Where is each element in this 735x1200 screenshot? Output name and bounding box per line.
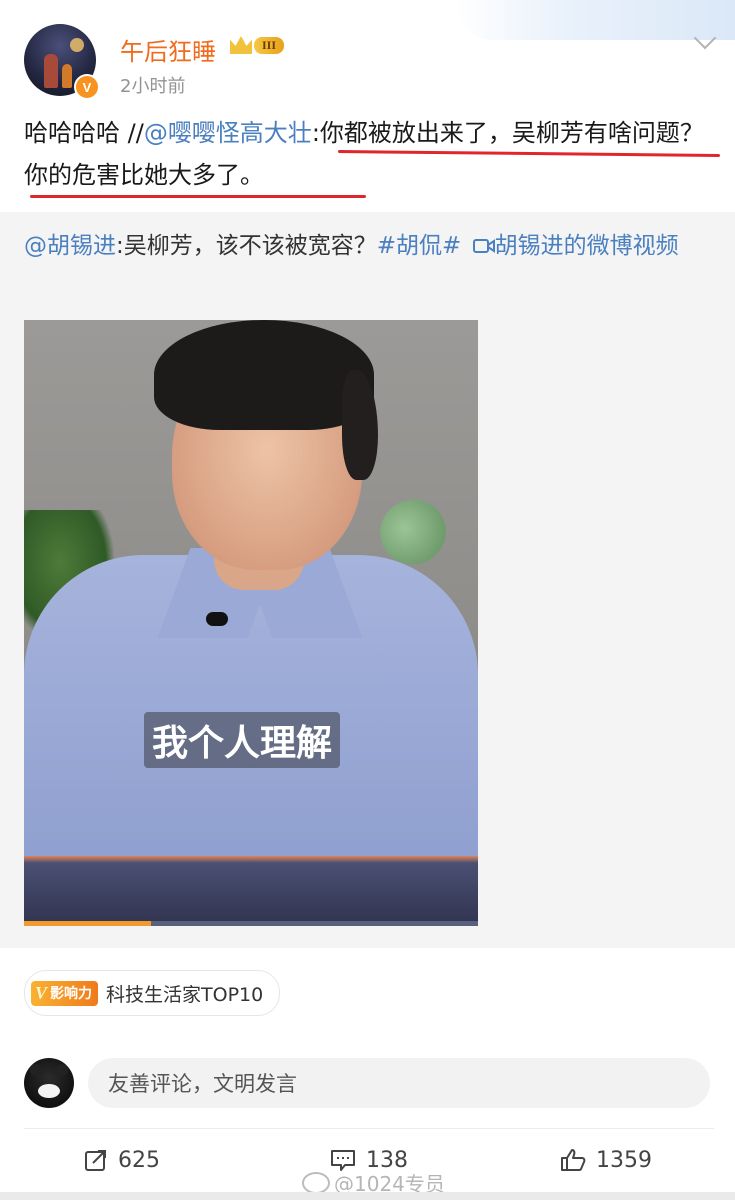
video-person-hair <box>154 320 374 430</box>
divider <box>24 1128 714 1129</box>
lapel-mic <box>206 612 228 626</box>
avatar-figure <box>44 54 58 88</box>
video-camera-icon <box>472 239 495 253</box>
repost-card[interactable]: @胡锡进:吴柳芳，该不该被宽容？#胡侃# 胡锡进的微博视频 我个人理解 <box>0 212 735 948</box>
verified-icon: V <box>74 74 100 100</box>
post-timestamp: 2小时前 <box>120 76 186 97</box>
avatar-muzzle <box>38 1084 60 1098</box>
avatar-ear-right <box>56 1064 68 1076</box>
video-subtitle: 我个人理解 <box>144 712 341 768</box>
hashtag-link[interactable]: #胡侃# <box>377 233 462 259</box>
header-decoration <box>455 0 735 40</box>
repost-count: 625 <box>118 1147 160 1173</box>
repost-button[interactable]: 625 <box>84 1140 160 1180</box>
weibo-logo-icon <box>302 1171 330 1194</box>
repost-text: :吴柳芳，该不该被宽容？ <box>116 233 377 259</box>
influence-label: 科技生活家TOP10 <box>106 983 264 1006</box>
share-icon <box>85 1150 106 1171</box>
avatar-figure-child <box>62 64 72 88</box>
avatar-light <box>70 38 84 52</box>
like-count: 1359 <box>596 1147 652 1173</box>
video-player[interactable]: 我个人理解 <box>24 320 478 926</box>
post-prefix: 哈哈哈哈 // <box>24 119 144 147</box>
crown-icon <box>230 36 252 54</box>
influence-v-mark: V <box>35 982 48 1003</box>
like-button[interactable]: 1359 <box>560 1140 652 1180</box>
weibo-post-page: V 午后狂睡 III 2小时前 哈哈哈哈 //@嘤嘤怪高大壮:你都被放出来了，吴… <box>0 0 735 1200</box>
repost-body: @胡锡进:吴柳芳，该不该被宽容？#胡侃# 胡锡进的微博视频 <box>24 226 714 266</box>
video-link[interactable]: 胡锡进的微博视频 <box>469 233 679 259</box>
avatar-ear-left <box>30 1064 42 1076</box>
influence-logo: V 影响力 <box>31 980 99 1006</box>
influence-badge[interactable]: V 影响力 科技生活家TOP10 <box>24 970 281 1016</box>
influence-logo-text: 影响力 <box>50 986 93 1002</box>
author-name[interactable]: 午后狂睡 <box>120 32 216 67</box>
video-bottom-band <box>24 856 478 926</box>
highlight-underline-2 <box>30 195 366 198</box>
video-progress-fill <box>24 921 152 926</box>
bottom-strip <box>0 1192 735 1200</box>
level-label: III <box>254 36 285 54</box>
video-link-label: 胡锡进的微博视频 <box>494 233 679 259</box>
member-level-badge[interactable]: III <box>230 36 285 54</box>
post-header: V 午后狂睡 III 2小时前 <box>0 0 735 110</box>
thumbs-up-icon <box>561 1149 586 1171</box>
comment-input[interactable]: 友善评论，文明发言 <box>88 1058 710 1108</box>
mention-link[interactable]: @嘤嘤怪高大壮 <box>144 119 312 147</box>
repost-mention[interactable]: @胡锡进 <box>24 233 116 259</box>
user-avatar[interactable] <box>24 1058 74 1108</box>
